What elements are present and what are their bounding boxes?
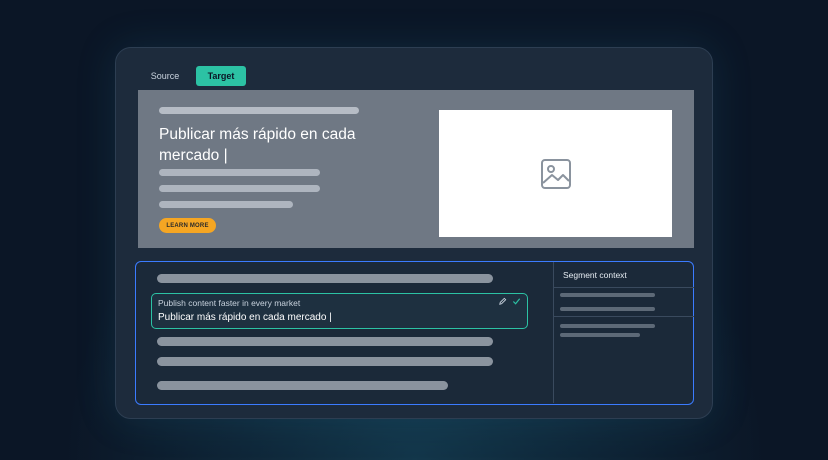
check-icon[interactable] xyxy=(512,297,521,306)
context-placeholder-line xyxy=(560,293,655,297)
tab-source[interactable]: Source xyxy=(138,66,192,86)
active-segment[interactable]: Publish content faster in every market P… xyxy=(151,293,528,329)
segment-row[interactable] xyxy=(157,357,493,366)
context-placeholder-line xyxy=(560,324,655,328)
translation-editor: Publish content faster in every market P… xyxy=(135,261,694,405)
segment-context-panel: Segment context xyxy=(553,262,694,403)
learn-more-button[interactable]: LEARN MORE xyxy=(159,218,216,233)
edit-icon[interactable] xyxy=(498,297,507,306)
segment-source-text: Publish content faster in every market xyxy=(158,298,301,308)
preview-headline: Publicar más rápido en cada mercado | xyxy=(159,126,356,164)
preview-placeholder-line xyxy=(159,201,293,208)
panel-divider xyxy=(554,316,694,317)
segment-actions xyxy=(498,297,521,306)
preview-placeholder-line xyxy=(159,185,320,192)
context-placeholder-line xyxy=(560,307,655,311)
panel-divider xyxy=(554,287,694,288)
segment-row[interactable] xyxy=(157,381,448,390)
preview-placeholder-line xyxy=(159,107,359,114)
image-icon xyxy=(540,158,571,189)
segment-row[interactable] xyxy=(157,274,493,283)
page-preview: Publicar más rápido en cada mercado | LE… xyxy=(138,90,694,248)
preview-placeholder-line xyxy=(159,169,320,176)
tab-target[interactable]: Target xyxy=(196,66,246,86)
segment-context-title: Segment context xyxy=(563,270,627,280)
app-window: Source Target Publicar más rápido en cad… xyxy=(115,47,713,419)
segment-target-text[interactable]: Publicar más rápido en cada mercado | xyxy=(158,312,332,323)
segment-row[interactable] xyxy=(157,337,493,346)
context-placeholder-line xyxy=(560,333,640,337)
image-placeholder xyxy=(439,110,672,237)
